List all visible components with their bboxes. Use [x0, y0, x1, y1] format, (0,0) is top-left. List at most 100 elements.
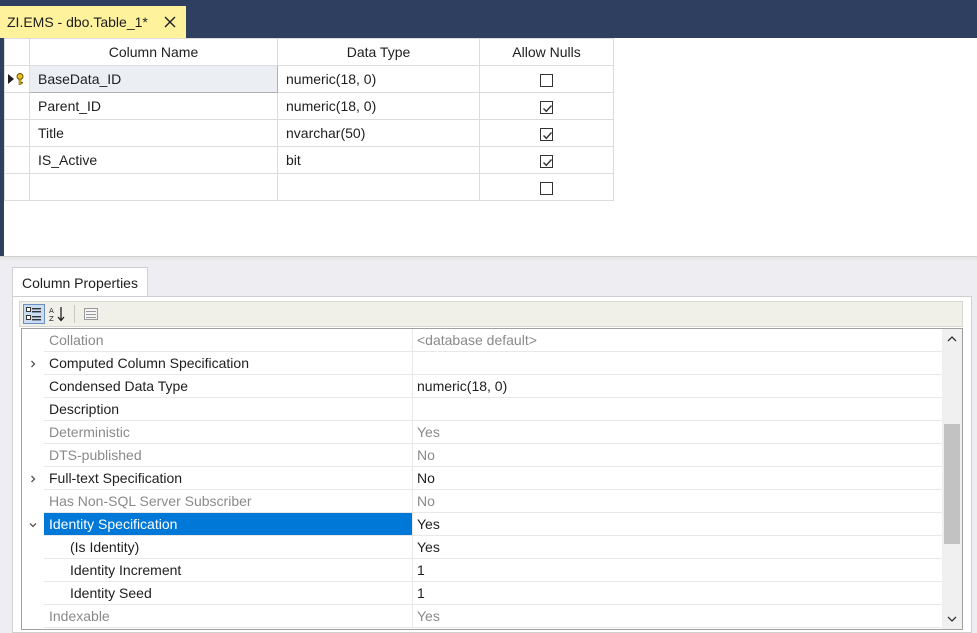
data-type-cell[interactable]: bit: [277, 146, 480, 174]
document-tab[interactable]: ZI.EMS - dbo.Table_1*: [0, 6, 186, 38]
table-row-new[interactable]: [4, 173, 614, 201]
allow-nulls-checkbox[interactable]: [540, 100, 553, 114]
property-value: No: [413, 490, 942, 513]
property-row-margin: [22, 444, 44, 467]
property-row[interactable]: Full-text Specification No: [22, 467, 942, 490]
data-type-cell[interactable]: numeric(18, 0): [277, 92, 480, 120]
property-name[interactable]: Indexable: [44, 605, 413, 628]
scrollbar-thumb[interactable]: [944, 424, 960, 544]
property-name[interactable]: Identity Seed: [44, 582, 413, 605]
categorized-icon[interactable]: [23, 304, 45, 324]
property-value: Yes: [413, 605, 942, 628]
property-row[interactable]: Indexable Yes: [22, 605, 942, 628]
close-icon[interactable]: [160, 12, 180, 32]
property-value[interactable]: No: [413, 467, 942, 490]
property-value[interactable]: Yes: [413, 513, 942, 536]
column-name-cell[interactable]: BaseData_ID: [29, 65, 278, 93]
property-value[interactable]: [413, 398, 942, 421]
allow-nulls-cell[interactable]: [479, 146, 614, 174]
alphabetical-sort-icon[interactable]: AZ: [47, 304, 69, 324]
allow-nulls-checkbox[interactable]: [540, 73, 553, 87]
svg-text:Z: Z: [49, 315, 54, 322]
allow-nulls-cell[interactable]: [479, 173, 614, 201]
property-name[interactable]: Deterministic: [44, 421, 413, 444]
allow-nulls-checkbox[interactable]: [540, 154, 553, 168]
allow-nulls-cell[interactable]: [479, 92, 614, 120]
property-name[interactable]: Condensed Data Type: [44, 375, 413, 398]
data-type-cell[interactable]: [277, 173, 480, 201]
table-row[interactable]: IS_Active bit: [4, 146, 614, 174]
property-row-margin: [22, 329, 44, 352]
column-name-cell[interactable]: [29, 173, 278, 201]
property-pages-icon[interactable]: [80, 304, 102, 324]
property-row-margin: [22, 398, 44, 421]
property-row-margin: [22, 352, 44, 375]
property-name[interactable]: Has Non-SQL Server Subscriber: [44, 490, 413, 513]
allow-nulls-header: Allow Nulls: [479, 38, 614, 66]
property-name[interactable]: DTS-published: [44, 444, 413, 467]
property-grid: Indexable Yes Identity Seed 1 Identity Incre…: [21, 328, 963, 630]
table-row[interactable]: BaseData_ID numeric(18, 0): [4, 65, 614, 93]
row-selector[interactable]: [4, 65, 30, 93]
column-properties-body: AZ Indexable Yes Identity Seed 1 Identity In…: [12, 296, 972, 633]
property-value[interactable]: [413, 352, 942, 375]
primary-key-icon: [16, 73, 24, 85]
property-row[interactable]: Deterministic Yes: [22, 421, 942, 444]
property-value[interactable]: 1: [413, 559, 942, 582]
scroll-down-arrow-icon[interactable]: [942, 609, 962, 629]
property-row[interactable]: Condensed Data Type numeric(18, 0): [22, 375, 942, 398]
column-name-header: Column Name: [29, 38, 278, 66]
property-name[interactable]: Computed Column Specification: [44, 352, 413, 375]
property-name[interactable]: (Is Identity): [44, 536, 413, 559]
columns-grid: Column Name Data Type Allow Nulls BaseDa…: [4, 38, 614, 201]
allow-nulls-checkbox[interactable]: [540, 181, 553, 195]
property-name[interactable]: Identity Increment: [44, 559, 413, 582]
property-name[interactable]: Description: [44, 398, 413, 421]
property-row[interactable]: Computed Column Specification: [22, 352, 942, 375]
table-designer: Column Name Data Type Allow Nulls BaseDa…: [0, 38, 977, 256]
property-value: No: [413, 444, 942, 467]
row-selector-header: [4, 38, 30, 66]
row-selector[interactable]: [4, 173, 30, 201]
allow-nulls-checkbox[interactable]: [540, 127, 553, 141]
row-selector[interactable]: [4, 92, 30, 120]
property-value[interactable]: 1: [413, 582, 942, 605]
property-row[interactable]: (Is Identity) Yes: [22, 536, 942, 559]
property-name[interactable]: Identity Specification: [44, 513, 413, 536]
property-value[interactable]: Yes: [413, 536, 942, 559]
property-row[interactable]: Identity Seed 1: [22, 582, 942, 605]
property-row[interactable]: Has Non-SQL Server Subscriber No: [22, 490, 942, 513]
property-row[interactable]: Identity Specification Yes: [22, 513, 942, 536]
expanded-chevron-icon[interactable]: [28, 520, 38, 530]
row-selector[interactable]: [4, 146, 30, 174]
allow-nulls-cell[interactable]: [479, 65, 614, 93]
property-value[interactable]: numeric(18, 0): [413, 375, 942, 398]
column-name-cell[interactable]: Parent_ID: [29, 92, 278, 120]
column-name-cell[interactable]: IS_Active: [29, 146, 278, 174]
collapsed-chevron-icon[interactable]: [28, 359, 38, 369]
property-row[interactable]: DTS-published No: [22, 444, 942, 467]
collapsed-chevron-icon[interactable]: [28, 474, 38, 484]
property-row[interactable]: Description: [22, 398, 942, 421]
row-selector[interactable]: [4, 119, 30, 147]
table-row[interactable]: Parent_ID numeric(18, 0): [4, 92, 614, 120]
current-row-arrow-icon: [8, 74, 14, 84]
property-row-margin: [22, 467, 44, 490]
property-grid-toolbar: AZ: [19, 301, 963, 327]
vertical-scrollbar[interactable]: [942, 329, 962, 629]
data-type-cell[interactable]: numeric(18, 0): [277, 65, 480, 93]
column-name-cell[interactable]: Title: [29, 119, 278, 147]
data-type-cell[interactable]: nvarchar(50): [277, 119, 480, 147]
property-row[interactable]: Identity Increment 1: [22, 559, 942, 582]
property-name[interactable]: Collation: [44, 329, 413, 352]
data-type-header: Data Type: [277, 38, 480, 66]
allow-nulls-cell[interactable]: [479, 119, 614, 147]
property-row-margin: [22, 559, 44, 582]
scroll-up-arrow-icon[interactable]: [942, 329, 962, 349]
tab-column-properties[interactable]: Column Properties: [12, 267, 148, 297]
document-tab-title: ZI.EMS - dbo.Table_1*: [7, 14, 148, 30]
table-row[interactable]: Title nvarchar(50): [4, 119, 614, 147]
property-name[interactable]: Full-text Specification: [44, 467, 413, 490]
grid-header-row: Column Name Data Type Allow Nulls: [4, 38, 614, 66]
property-row[interactable]: Collation <database default>: [22, 329, 942, 352]
